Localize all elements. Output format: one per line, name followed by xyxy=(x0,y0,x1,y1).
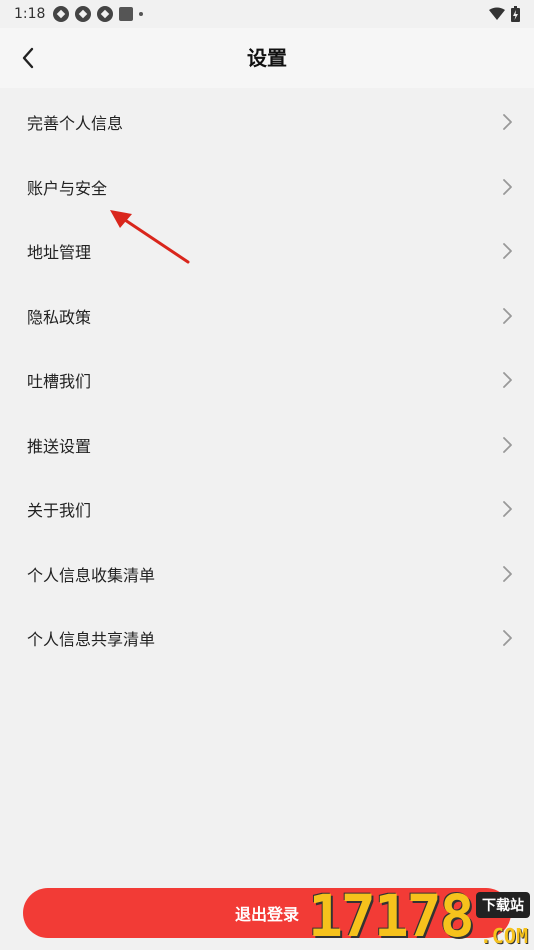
menu-item-label: 吐槽我们 xyxy=(27,372,92,392)
app-notification-icon xyxy=(75,6,92,22)
menu-item-feedback[interactable]: 吐槽我们 xyxy=(0,348,534,413)
more-notifications-dot-icon xyxy=(139,12,144,16)
page-title: 设置 xyxy=(247,46,287,70)
menu-item-info-sharing-list[interactable]: 个人信息共享清单 xyxy=(0,606,534,671)
menu-item-label: 完善个人信息 xyxy=(27,114,124,134)
status-left: 1:18 xyxy=(14,6,144,22)
logout-button[interactable]: 退出登录 xyxy=(23,888,511,938)
status-bar: 1:18 xyxy=(0,0,534,28)
status-time: 1:18 xyxy=(14,6,46,22)
menu-item-label: 个人信息收集清单 xyxy=(27,565,156,585)
chevron-right-icon xyxy=(503,114,512,131)
chevron-right-icon xyxy=(503,630,512,647)
menu-item-complete-profile[interactable]: 完善个人信息 xyxy=(0,90,534,155)
chevron-right-icon xyxy=(503,178,512,195)
chevron-right-icon xyxy=(503,565,512,582)
app-notification-icon xyxy=(97,6,114,22)
header: 设置 xyxy=(0,28,534,88)
chevron-right-icon xyxy=(503,372,512,389)
status-right xyxy=(489,6,520,22)
menu-item-label: 隐私政策 xyxy=(27,307,92,327)
menu-item-label: 个人信息共享清单 xyxy=(27,630,156,650)
menu-item-label: 账户与安全 xyxy=(27,178,108,198)
chevron-right-icon xyxy=(503,501,512,518)
logout-label: 退出登录 xyxy=(234,905,299,924)
chevron-right-icon xyxy=(503,436,512,453)
app-notification-square-icon xyxy=(119,7,134,21)
menu-item-label: 地址管理 xyxy=(27,243,92,263)
menu-item-account-security[interactable]: 账户与安全 xyxy=(0,155,534,220)
chevron-right-icon xyxy=(503,307,512,324)
notification-icons xyxy=(53,6,144,22)
menu-item-label: 推送设置 xyxy=(27,436,92,456)
battery-icon xyxy=(511,6,520,22)
menu-item-privacy-policy[interactable]: 隐私政策 xyxy=(0,284,534,349)
menu-item-info-collection-list[interactable]: 个人信息收集清单 xyxy=(0,542,534,607)
menu-item-push-settings[interactable]: 推送设置 xyxy=(0,413,534,478)
menu-item-address-management[interactable]: 地址管理 xyxy=(0,219,534,284)
menu-item-about-us[interactable]: 关于我们 xyxy=(0,477,534,542)
wifi-icon xyxy=(489,7,505,21)
chevron-right-icon xyxy=(503,243,512,260)
app-notification-icon xyxy=(53,6,70,22)
settings-menu-list: 完善个人信息 账户与安全 地址管理 隐私政策 吐槽我们 推送设置 关于我们 个人… xyxy=(0,90,534,671)
menu-item-label: 关于我们 xyxy=(27,501,92,521)
